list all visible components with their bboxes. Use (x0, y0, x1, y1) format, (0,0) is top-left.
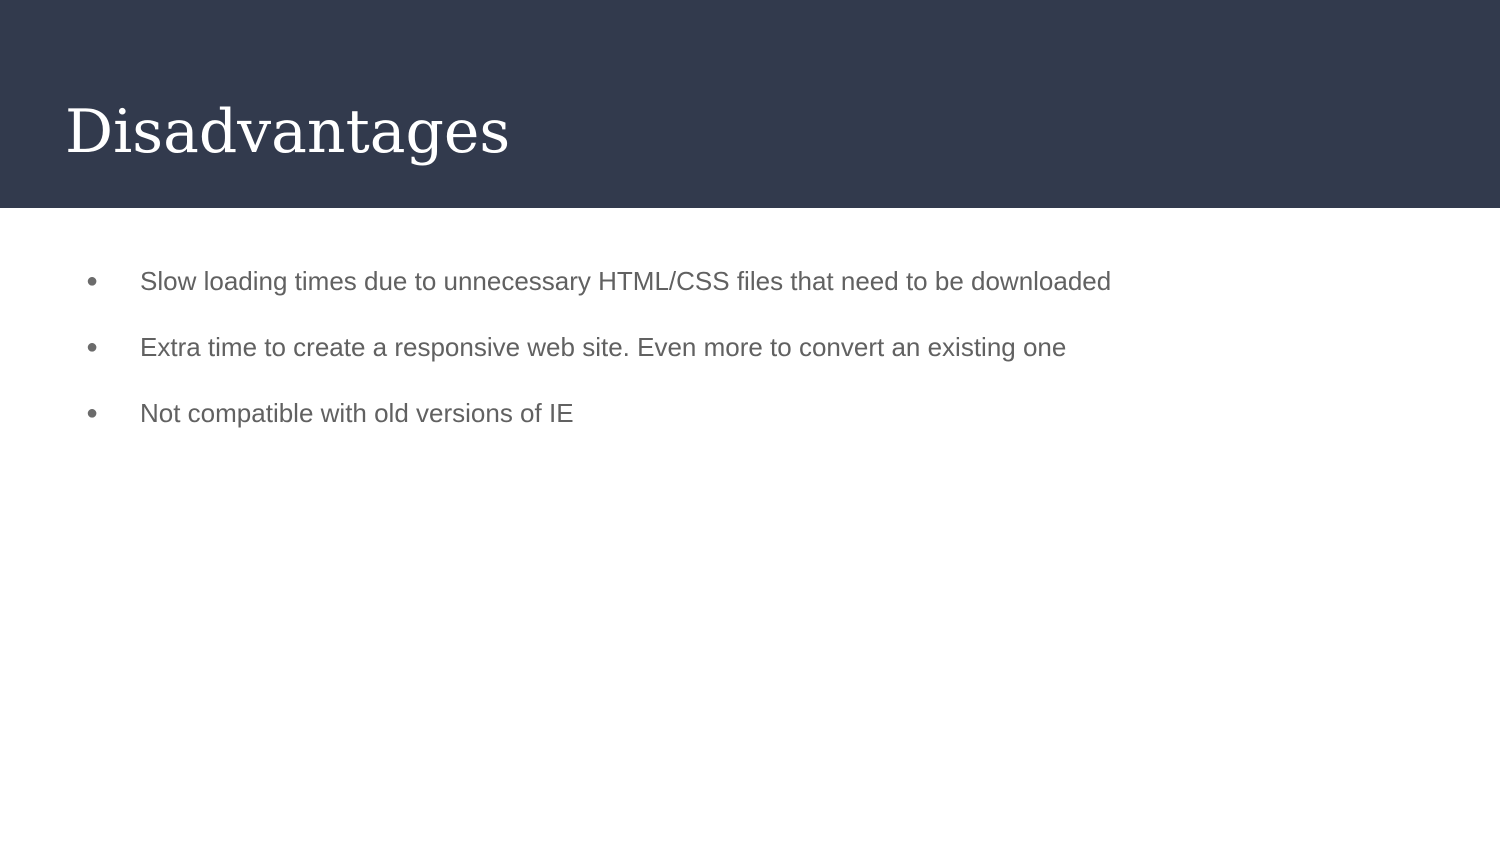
slide: Disadvantages ● Slow loading times due t… (0, 0, 1500, 843)
bullet-text: Slow loading times due to unnecessary HT… (140, 266, 1112, 296)
slide-title: Disadvantages (65, 97, 511, 167)
bullet-text: Not compatible with old versions of IE (140, 398, 574, 428)
bullet-dot-icon: ● (86, 336, 99, 358)
bullet-text: Extra time to create a responsive web si… (140, 332, 1067, 362)
bullet-dot-icon: ● (86, 402, 99, 424)
bullet-dot-icon: ● (86, 270, 99, 292)
title-bar: Disadvantages (0, 0, 1500, 208)
